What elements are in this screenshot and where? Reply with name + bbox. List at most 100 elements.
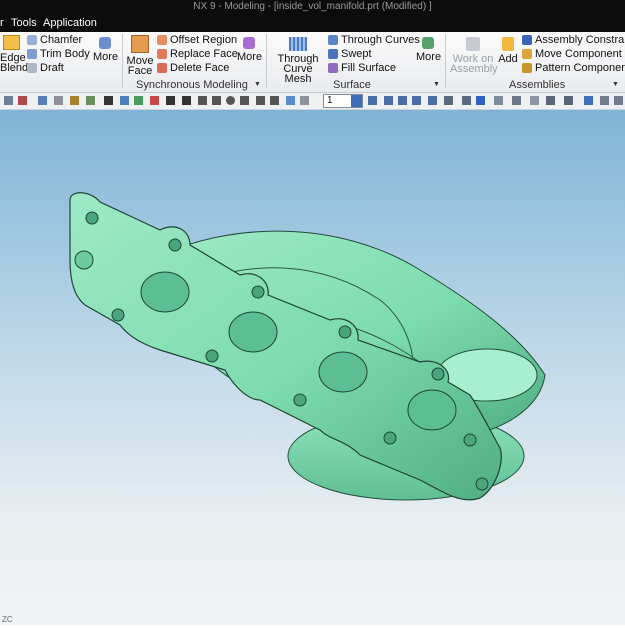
bolt-hole <box>463 433 477 447</box>
hide-icon[interactable] <box>584 96 593 105</box>
bolt-hole <box>111 308 125 322</box>
plus-icon[interactable] <box>256 96 265 105</box>
assembly-constraint-button[interactable]: Assembly Constraint <box>522 34 625 46</box>
offset-region-label: Offset Region <box>170 34 238 46</box>
slash-icon[interactable] <box>270 96 279 105</box>
offset-region-button[interactable]: Offset Region <box>157 34 237 46</box>
bolt-hole <box>251 285 265 299</box>
replace-face-button[interactable]: Replace Face <box>157 48 238 60</box>
pattern-component-button[interactable]: Pattern Component <box>522 62 625 74</box>
swept-button[interactable]: Swept <box>328 48 372 60</box>
layer-icon[interactable] <box>530 96 539 105</box>
diagonal-icon[interactable] <box>182 96 191 105</box>
move-component-icon <box>522 49 532 59</box>
layer-select-value: 1 <box>327 95 333 106</box>
extra-icon[interactable] <box>300 96 309 105</box>
bolt-hole <box>85 211 99 225</box>
more-sync-button[interactable]: More <box>237 37 262 63</box>
edge-blend-label: Edge Blend <box>0 52 29 74</box>
pattern-component-label: Pattern Component <box>535 62 625 74</box>
more-icon[interactable] <box>614 96 623 105</box>
ribbon-separator <box>445 34 446 88</box>
more-feature-button[interactable]: More <box>93 37 118 63</box>
grid-icon[interactable] <box>134 96 143 105</box>
bolt-hole <box>475 477 489 491</box>
replace-face-label: Replace Face <box>170 48 238 60</box>
assemblies-group-dropdown-icon[interactable]: ▼ <box>612 81 619 88</box>
menu-bar: r Tools Application <box>0 16 625 32</box>
box-select-icon[interactable] <box>54 96 63 105</box>
select-filter-icon[interactable] <box>38 96 47 105</box>
delete-face-button[interactable]: Delete Face <box>157 62 229 74</box>
edge-blend-button[interactable]: Edge Blend <box>0 35 29 74</box>
curve-icon[interactable] <box>198 96 207 105</box>
pan-icon[interactable] <box>412 96 421 105</box>
sync-group-dropdown-icon[interactable]: ▼ <box>254 81 261 88</box>
menu-item-application[interactable]: Application <box>43 17 97 29</box>
delete-face-label: Delete Face <box>170 62 230 74</box>
move-component-button[interactable]: Move Component <box>522 48 622 60</box>
through-curves-button[interactable]: Through Curves <box>328 34 420 46</box>
more-feature-icon <box>99 37 111 49</box>
manifold-model <box>69 192 546 501</box>
graphics-viewport[interactable]: ZC <box>0 110 625 625</box>
work-on-assembly-label: Work on Assembly <box>450 53 498 75</box>
move-face-button[interactable]: Move Face <box>126 35 154 77</box>
orient-icon[interactable] <box>512 96 521 105</box>
surface-group-dropdown-icon[interactable]: ▼ <box>433 81 440 88</box>
port-hole <box>407 389 457 431</box>
delete-face-icon <box>157 63 167 73</box>
add-component-button[interactable]: Add <box>497 37 519 65</box>
menu-item-partial[interactable]: r <box>0 17 4 29</box>
window-title: NX 9 - Modeling - [inside_vol_manifold.p… <box>193 1 432 12</box>
snap-point-icon[interactable] <box>286 96 295 105</box>
render-icon[interactable] <box>444 96 453 105</box>
through-curves-label: Through Curves <box>341 34 420 46</box>
fill-surface-button[interactable]: Fill Surface <box>328 62 396 74</box>
port-hole <box>140 271 190 313</box>
cross-icon[interactable] <box>150 96 159 105</box>
draft-button[interactable]: Draft <box>27 62 64 74</box>
selection-toolbar: 1 <box>0 93 625 110</box>
menu-item-tools[interactable]: Tools <box>11 17 37 29</box>
trim-body-button[interactable]: Trim Body <box>27 48 90 60</box>
square-icon[interactable] <box>240 96 249 105</box>
add-component-icon <box>502 37 514 51</box>
layer-select[interactable]: 1 <box>323 94 363 108</box>
snap-icon[interactable] <box>70 96 79 105</box>
point-icon[interactable] <box>120 96 129 105</box>
work-on-assembly-button[interactable]: Work on Assembly <box>450 37 498 75</box>
pattern-component-icon <box>522 63 532 73</box>
circle-icon[interactable] <box>226 96 235 105</box>
through-curves-icon <box>328 35 338 45</box>
show-icon[interactable] <box>600 96 609 105</box>
group-label-synchronous-modeling: Synchronous Modeling <box>136 79 248 91</box>
window-icon[interactable] <box>546 96 555 105</box>
menu-icon[interactable] <box>4 96 13 105</box>
view-icon[interactable] <box>428 96 437 105</box>
cube-icon[interactable] <box>476 96 485 105</box>
line-icon[interactable] <box>166 96 175 105</box>
undo-icon[interactable] <box>18 96 27 105</box>
chamfer-button[interactable]: Chamfer <box>27 34 82 46</box>
shade-icon[interactable] <box>462 96 471 105</box>
grid-view-icon[interactable] <box>564 96 573 105</box>
offset-region-icon <box>157 35 167 45</box>
move-component-label: Move Component <box>535 48 622 60</box>
bolt-hole <box>205 349 219 363</box>
fit-icon[interactable] <box>368 96 377 105</box>
swept-label: Swept <box>341 48 372 60</box>
section-icon[interactable] <box>494 96 503 105</box>
eye-icon[interactable] <box>104 96 113 105</box>
triad-label: ZC <box>2 615 13 624</box>
select-icon[interactable] <box>86 96 95 105</box>
draft-label: Draft <box>40 62 64 74</box>
zoom-icon[interactable] <box>384 96 393 105</box>
rotate-icon[interactable] <box>398 96 407 105</box>
ribbon-separator <box>266 34 267 88</box>
through-curve-mesh-button[interactable]: Through Curve Mesh <box>271 37 325 85</box>
corner-icon[interactable] <box>212 96 221 105</box>
ribbon: Edge Blend Chamfer Trim Body Draft More … <box>0 32 625 93</box>
more-surface-button[interactable]: More <box>416 37 441 63</box>
chevron-down-icon <box>351 95 362 107</box>
